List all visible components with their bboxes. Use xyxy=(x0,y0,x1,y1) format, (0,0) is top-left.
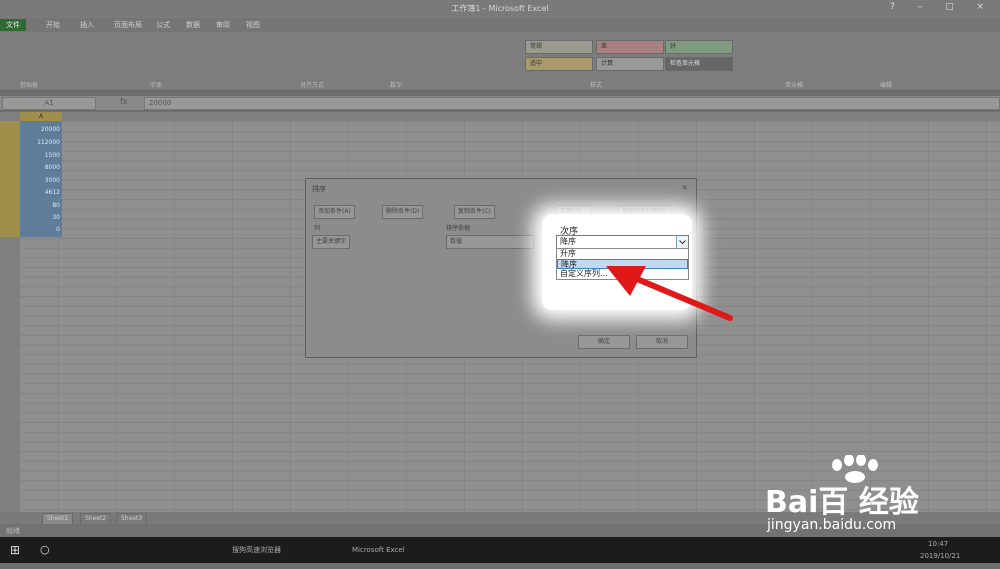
group-alignment: 对齐方式 xyxy=(300,82,325,89)
chevron-down-icon[interactable] xyxy=(676,236,688,248)
group-font: 字体 xyxy=(150,82,163,89)
status-text: 就绪 xyxy=(6,527,20,535)
selected-column-header[interactable]: A xyxy=(20,112,62,121)
start-icon[interactable]: ⊞ xyxy=(10,537,20,563)
cell-value[interactable]: 112000 xyxy=(22,138,60,147)
baidu-brand: Bai百 经验 xyxy=(765,485,919,520)
style-good[interactable]: 好 xyxy=(665,40,733,54)
sort-on-label: 排序依据 xyxy=(446,225,471,232)
taskbar-app-excel[interactable]: Microsoft Excel xyxy=(352,537,405,563)
style-check-cell[interactable]: 检查单元格 xyxy=(665,57,733,71)
tab-view[interactable]: 视图 xyxy=(240,19,266,31)
fx-icon[interactable]: fx xyxy=(120,97,128,106)
search-icon[interactable]: ○ xyxy=(40,537,50,563)
taskbar-app-browser[interactable]: 搜狗高速浏览器 xyxy=(232,537,281,563)
group-editing: 编辑 xyxy=(880,82,893,89)
column-headers xyxy=(0,112,1000,121)
window-title: 工作簿1 - Microsoft Excel xyxy=(451,4,549,13)
baidu-watermark: Bai百 经验 jingyan.baidu.com xyxy=(765,455,965,545)
add-level-button[interactable]: 添加条件(A) xyxy=(314,205,355,219)
cell-value[interactable]: 3000 xyxy=(22,176,60,185)
tab-page-layout[interactable]: 页面布局 xyxy=(108,19,148,31)
style-bad[interactable]: 差 xyxy=(596,40,664,54)
baidu-url: jingyan.baidu.com xyxy=(767,517,897,533)
style-calc[interactable]: 计算 xyxy=(596,57,664,71)
cell-value[interactable]: 80 xyxy=(22,201,60,210)
group-clipboard: 剪贴板 xyxy=(20,82,39,89)
tab-home[interactable]: 开始 xyxy=(40,19,66,31)
clock-date: 2019/10/21 xyxy=(920,552,961,560)
formula-input[interactable]: 20000 xyxy=(144,97,1000,110)
cell-value[interactable]: 0 xyxy=(22,225,60,234)
sort-on-select[interactable]: 数值 xyxy=(446,235,534,249)
primary-key-select[interactable]: 主要关键字 xyxy=(312,235,351,249)
tab-insert[interactable]: 插入 xyxy=(74,19,100,31)
style-neutral[interactable]: 适中 xyxy=(525,57,593,71)
dialog-title: 排序 xyxy=(312,185,326,193)
cell-value[interactable]: 20000 xyxy=(22,125,60,134)
group-number: 数字 xyxy=(390,82,403,89)
order-select[interactable]: 降序 xyxy=(556,235,689,249)
cell-value[interactable]: 1500 xyxy=(22,151,60,160)
tab-review[interactable]: 审阅 xyxy=(210,19,236,31)
selected-row-headers xyxy=(0,121,20,237)
cell-value[interactable]: 8000 xyxy=(22,163,60,172)
name-box[interactable]: A1 xyxy=(2,97,96,110)
tab-data[interactable]: 数据 xyxy=(180,19,206,31)
style-normal[interactable]: 常规 xyxy=(525,40,593,54)
close-icon[interactable]: × xyxy=(681,183,688,192)
tab-formulas[interactable]: 公式 xyxy=(150,19,176,31)
ribbon: 常规 差 好 适中 计算 检查单元格 剪贴板 字体 对齐方式 数字 样式 单元格… xyxy=(0,32,1000,91)
ok-button[interactable]: 确定 xyxy=(578,335,630,349)
title-bar: 工作簿1 - Microsoft Excel ? – □ × xyxy=(0,0,1000,18)
annotation-arrow xyxy=(606,266,733,321)
ribbon-tabs: 文件 开始 插入 页面布局 公式 数据 审阅 视图 xyxy=(0,18,1000,32)
window-controls[interactable]: ? – □ × xyxy=(890,2,994,12)
order-select-value: 降序 xyxy=(560,237,576,246)
cell-value[interactable]: 4612 xyxy=(22,188,60,197)
column-label: 列 xyxy=(314,225,321,232)
group-cells: 单元格 xyxy=(785,82,804,89)
cell-value[interactable]: 30 xyxy=(22,213,60,222)
group-styles: 样式 xyxy=(590,82,603,89)
order-option-ascending[interactable]: 升序 xyxy=(557,249,688,259)
copy-level-button[interactable]: 复制条件(C) xyxy=(454,205,495,219)
delete-level-button[interactable]: 删除条件(D) xyxy=(382,205,424,219)
tab-file[interactable]: 文件 xyxy=(0,19,26,31)
cancel-button[interactable]: 取消 xyxy=(636,335,688,349)
